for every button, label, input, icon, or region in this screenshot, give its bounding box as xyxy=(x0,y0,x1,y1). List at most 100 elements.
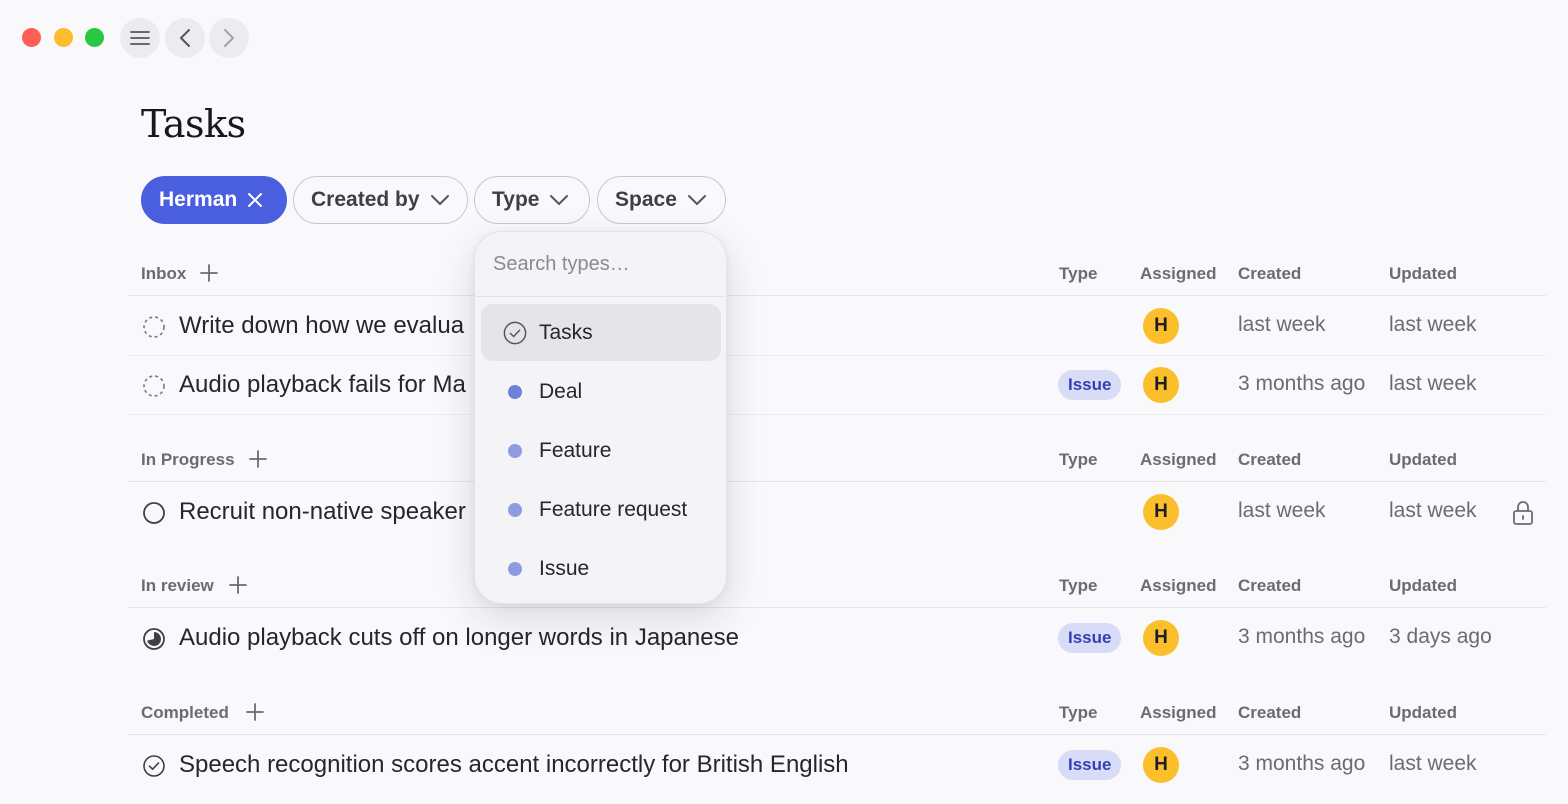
filter-chip-label: Space xyxy=(615,188,677,211)
column-header-created[interactable]: Created xyxy=(1238,576,1301,596)
chevron-down-icon xyxy=(430,195,449,205)
section-title: Completed xyxy=(141,703,229,722)
close-icon[interactable] xyxy=(247,192,263,208)
dropdown-item-label: Feature request xyxy=(539,497,688,521)
column-header-updated[interactable]: Updated xyxy=(1389,264,1457,284)
column-header-assigned[interactable]: Assigned xyxy=(1140,450,1217,470)
add-icon[interactable] xyxy=(248,449,268,469)
section-header-inbox: Inbox Type Assigned Created Updated xyxy=(128,250,1546,296)
filter-chip-label: Type xyxy=(492,188,540,211)
section-header-in-progress: In Progress Type Assigned Created Update… xyxy=(128,436,1546,482)
dropdown-item-deal[interactable]: Deal xyxy=(481,363,721,420)
task-title[interactable]: Recruit non-native speaker xyxy=(179,498,466,526)
column-header-updated[interactable]: Updated xyxy=(1389,703,1457,723)
avatar[interactable]: H xyxy=(1143,747,1179,783)
chevron-down-icon xyxy=(550,195,569,205)
avatar[interactable]: H xyxy=(1143,494,1179,530)
column-header-type[interactable]: Type xyxy=(1059,703,1097,723)
avatar[interactable]: H xyxy=(1143,367,1179,403)
column-header-created[interactable]: Created xyxy=(1238,703,1301,723)
task-row[interactable]: Audio playback fails for Ma Issue H 3 mo… xyxy=(128,356,1546,415)
created-date: last week xyxy=(1238,313,1326,336)
dropdown-item-feature[interactable]: Feature xyxy=(481,422,721,479)
column-header-created[interactable]: Created xyxy=(1238,264,1301,284)
avatar[interactable]: H xyxy=(1143,620,1179,656)
created-date: last week xyxy=(1238,499,1326,522)
task-title[interactable]: Write down how we evalua xyxy=(179,312,464,340)
section-title: In review xyxy=(141,576,214,595)
dropdown-item-label: Deal xyxy=(539,379,583,403)
task-row[interactable]: Speech recognition scores accent incorre… xyxy=(128,736,1546,795)
close-window-button[interactable] xyxy=(22,28,41,47)
add-icon[interactable] xyxy=(245,702,265,722)
task-title[interactable]: Audio playback cuts off on longer words … xyxy=(179,624,739,652)
section-header-completed: Completed Type Assigned Created Updated xyxy=(128,689,1546,735)
chevron-right-icon xyxy=(224,29,234,47)
chevron-left-icon xyxy=(180,29,190,47)
type-badge-issue[interactable]: Issue xyxy=(1058,370,1122,400)
task-title[interactable]: Audio playback fails for Ma xyxy=(179,371,466,399)
filter-chip-space[interactable]: Space xyxy=(597,176,726,224)
column-header-type[interactable]: Type xyxy=(1059,576,1097,596)
column-header-type[interactable]: Type xyxy=(1059,264,1097,284)
add-icon[interactable] xyxy=(228,575,248,595)
dropdown-item-issue[interactable]: Issue xyxy=(481,540,721,597)
search-types-input[interactable] xyxy=(475,232,726,297)
color-dot-icon xyxy=(503,439,527,463)
dropdown-item-label: Issue xyxy=(539,556,590,580)
color-dot xyxy=(508,502,522,517)
type-badge-issue[interactable]: Issue xyxy=(1058,623,1122,653)
filter-chip-label: Created by xyxy=(311,188,420,211)
dropdown-item-label: Tasks xyxy=(539,320,593,344)
color-dot-icon xyxy=(503,498,527,522)
updated-date: 3 days ago xyxy=(1389,625,1492,648)
dashed-circle-icon[interactable] xyxy=(142,315,166,339)
check-circle-icon[interactable] xyxy=(142,754,166,778)
lock-icon[interactable] xyxy=(1512,500,1534,526)
section-title: Inbox xyxy=(141,264,187,283)
section-header-in-review: In review Type Assigned Created Updated xyxy=(128,562,1546,608)
created-date: 3 months ago xyxy=(1238,372,1366,395)
task-row[interactable]: Write down how we evalua H last week las… xyxy=(128,297,1546,356)
chevron-down-icon xyxy=(687,195,706,205)
filter-chip-assignee[interactable]: Herman xyxy=(141,176,287,224)
sidebar-toggle-button[interactable] xyxy=(120,18,160,58)
column-header-type[interactable]: Type xyxy=(1059,450,1097,470)
task-title[interactable]: Speech recognition scores accent incorre… xyxy=(179,751,849,779)
column-header-assigned[interactable]: Assigned xyxy=(1140,576,1217,596)
dropdown-item-feature-request[interactable]: Feature request xyxy=(481,481,721,538)
color-dot-icon xyxy=(503,380,527,404)
type-badge-issue[interactable]: Issue xyxy=(1058,750,1122,780)
column-header-updated[interactable]: Updated xyxy=(1389,576,1457,596)
forward-button[interactable] xyxy=(209,18,249,58)
column-header-created[interactable]: Created xyxy=(1238,450,1301,470)
add-icon[interactable] xyxy=(199,263,219,283)
maximize-window-button[interactable] xyxy=(85,28,104,47)
dropdown-item-tasks[interactable]: Tasks xyxy=(481,304,721,361)
minimize-window-button[interactable] xyxy=(54,28,73,47)
page-title: Tasks xyxy=(141,102,246,146)
section-title: In Progress xyxy=(141,450,235,469)
created-date: 3 months ago xyxy=(1238,625,1366,648)
filter-chip-created-by[interactable]: Created by xyxy=(293,176,468,224)
column-header-assigned[interactable]: Assigned xyxy=(1140,264,1217,284)
menu-icon xyxy=(130,31,150,45)
half-circle-icon[interactable] xyxy=(142,627,166,651)
window-titlebar xyxy=(0,0,1568,76)
empty-circle-icon[interactable] xyxy=(142,501,166,525)
task-row[interactable]: Audio playback cuts off on longer words … xyxy=(128,609,1546,668)
check-circle-icon xyxy=(503,321,527,345)
task-row[interactable]: Recruit non-native speaker H last week l… xyxy=(128,483,1546,542)
updated-date: last week xyxy=(1389,313,1477,336)
color-dot-icon xyxy=(503,557,527,581)
type-filter-dropdown: Tasks Deal Feature Feature request Issue xyxy=(474,231,727,604)
dropdown-item-label: Feature xyxy=(539,438,612,462)
updated-date: last week xyxy=(1389,499,1477,522)
dashed-circle-icon[interactable] xyxy=(142,374,166,398)
filter-chip-label: Herman xyxy=(159,188,238,211)
column-header-updated[interactable]: Updated xyxy=(1389,450,1457,470)
column-header-assigned[interactable]: Assigned xyxy=(1140,703,1217,723)
back-button[interactable] xyxy=(165,18,205,58)
filter-chip-type[interactable]: Type xyxy=(474,176,590,224)
avatar[interactable]: H xyxy=(1143,308,1179,344)
